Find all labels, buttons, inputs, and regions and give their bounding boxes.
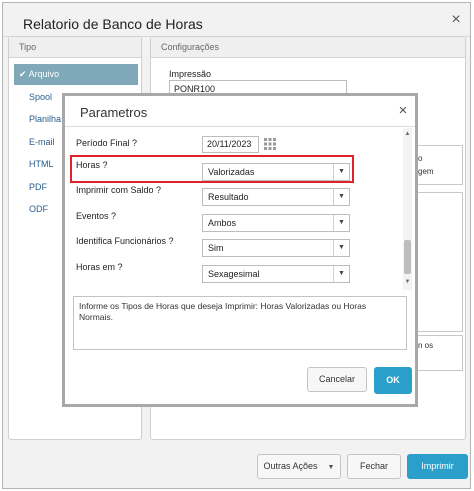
outras-acoes-label: Outras Ações (263, 461, 318, 471)
impressao-label: Impressão (169, 69, 212, 79)
imprimir-button[interactable]: Imprimir (407, 454, 468, 479)
chevron-down-icon: ▼ (333, 164, 349, 180)
window-title: Relatorio de Banco de Horas (23, 16, 203, 32)
parametros-dialog: Parametros × Período Final ? 20/11/2023 … (62, 93, 418, 407)
eventos-select[interactable]: Ambos ▼ (202, 214, 350, 232)
imprimir-saldo-label: Imprimir com Saldo ? (76, 185, 162, 195)
dialog-title: Parametros (80, 105, 148, 120)
outras-acoes-button[interactable]: Outras Ações ▼ (257, 454, 341, 479)
fechar-button[interactable]: Fechar (347, 454, 401, 479)
horas-em-value: Sexagesimal (208, 269, 260, 279)
dialog-divider (65, 126, 415, 127)
help-text-box: Informe os Tipos de Horas que deseja Imp… (73, 296, 407, 350)
horas-em-label: Horas em ? (76, 262, 123, 272)
chevron-down-icon: ▼ (327, 464, 335, 471)
chevron-down-icon: ▼ (333, 240, 349, 256)
dialog-scrollbar[interactable]: ▲ ▼ (403, 128, 412, 290)
eventos-label: Eventos ? (76, 211, 117, 221)
periodo-final-label: Período Final ? (76, 138, 138, 148)
calendar-icon[interactable] (263, 137, 277, 151)
horas-em-select[interactable]: Sexagesimal ▼ (202, 265, 350, 283)
tipo-header: Tipo (9, 37, 141, 58)
scroll-down-icon[interactable]: ▼ (403, 278, 412, 286)
check-icon: ✔ (19, 69, 27, 79)
chevron-down-icon: ▼ (333, 189, 349, 205)
identifica-funcionarios-select[interactable]: Sim ▼ (202, 239, 350, 257)
eventos-value: Ambos (208, 218, 237, 228)
imprimir-saldo-select[interactable]: Resultado ▼ (202, 188, 350, 206)
identifica-funcionarios-label: Identifica Funcionários ? (76, 236, 174, 246)
scroll-up-icon[interactable]: ▲ (403, 130, 412, 138)
config-fragment: gem (418, 167, 434, 176)
config-fragment: o (418, 154, 423, 163)
configuracoes-header: Configurações (151, 37, 465, 58)
tipo-item-arquivo[interactable]: ✔ Arquivo (14, 64, 138, 85)
ok-button[interactable]: OK (374, 367, 412, 394)
scroll-thumb[interactable] (404, 240, 411, 274)
chevron-down-icon: ▼ (333, 266, 349, 282)
horas-select[interactable]: Valorizadas ▼ (202, 163, 350, 181)
periodo-final-input[interactable]: 20/11/2023 (202, 136, 259, 153)
horas-value: Valorizadas (208, 167, 255, 177)
identifica-funcionarios-value: Sim (208, 243, 224, 253)
close-icon[interactable]: × (395, 103, 411, 119)
close-icon[interactable]: × (448, 12, 464, 28)
imprimir-saldo-value: Resultado (208, 192, 249, 202)
cancelar-button[interactable]: Cancelar (307, 367, 367, 392)
config-fragment: n os (418, 341, 434, 350)
chevron-down-icon: ▼ (333, 215, 349, 231)
tipo-item-label: Arquivo (28, 69, 60, 79)
horas-label: Horas ? (76, 160, 108, 170)
